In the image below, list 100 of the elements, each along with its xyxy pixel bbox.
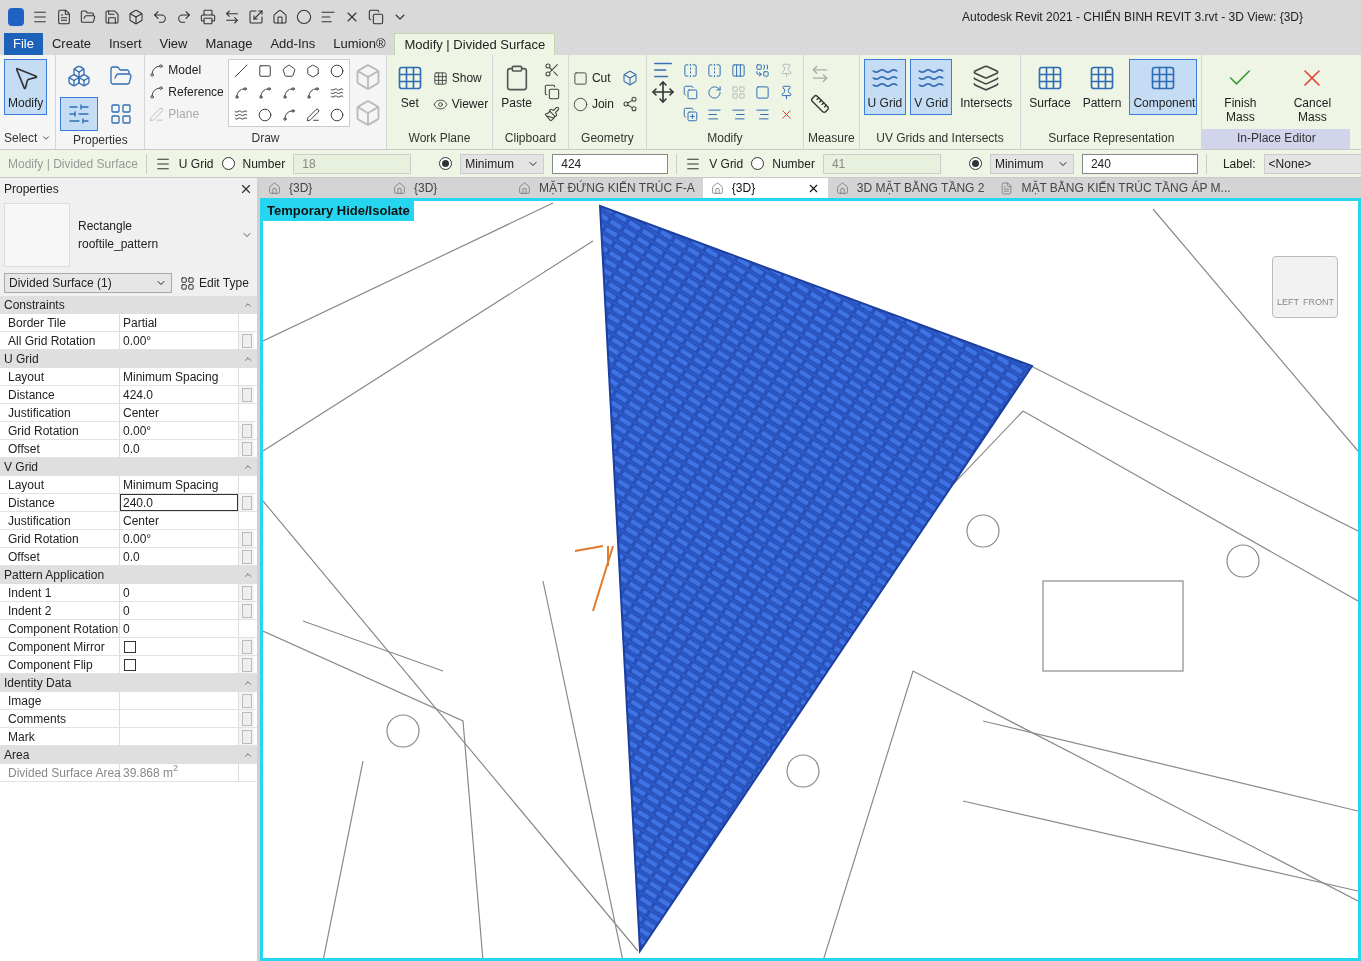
document-tab[interactable]: MẶT ĐỨNG KIẾN TRÚC F-A [510,178,703,198]
ribbon-button[interactable]: Intersects [956,59,1017,115]
property-value[interactable]: Center [120,512,238,529]
menu-tab[interactable]: Insert [100,33,151,55]
property-name: Image [0,692,120,709]
boxes-icon [67,64,92,88]
instance-selector[interactable]: Divided Surface (1) [4,273,172,293]
grid-surface-icon [1036,64,1064,92]
rectangle-icon[interactable] [257,64,272,78]
move-icon[interactable] [650,80,675,104]
ellipse-icon[interactable] [257,108,272,122]
property-value[interactable]: 0.00° [120,530,238,547]
property-value[interactable]: 0 [120,602,238,619]
axis-gizmo-icon[interactable] [574,545,614,612]
property-name: Offset [0,440,120,457]
radio-button[interactable] [751,157,765,170]
ribbon-button[interactable]: V Grid [910,59,953,115]
cube-icon[interactable] [621,70,638,86]
property-name: Border Tile [0,314,120,331]
ribbon-button[interactable]: Cancel Mass [1278,59,1347,129]
property-value[interactable]: 240.0 [120,494,238,511]
spacing-dropdown[interactable]: Minimum [460,153,545,174]
menu-tab[interactable]: Add-Ins [261,33,325,55]
grid-label: U Grid [178,155,214,173]
ribbon-button[interactable]: Finish Mass [1206,59,1275,129]
property-value[interactable]: 0.00° [120,332,238,349]
document-tab[interactable]: 3D MẶT BẰNG TẦNG 2 [827,178,993,198]
menu-tab[interactable]: View [150,33,197,55]
menu-tab[interactable]: Manage [196,33,262,55]
ribbon-button[interactable]: Reference [149,81,224,103]
document-tab[interactable]: MẶT BẰNG KIẾN TRÚC TẦNG ÁP M... [992,178,1239,198]
wave-icon[interactable] [329,86,344,100]
pin-icon[interactable] [779,84,795,100]
grid-icon [180,275,195,291]
property-value[interactable]: 0 [120,584,238,601]
ribbon-button[interactable]: Component [1129,59,1198,115]
label-dropdown[interactable]: <None> [1263,153,1361,174]
property-name: Layout [0,368,120,385]
cut-icon[interactable] [543,62,560,78]
property-value[interactable]: 0 [120,620,238,637]
revit-logo-icon[interactable] [8,7,24,26]
menu-tab[interactable]: Create [42,33,100,55]
property-value[interactable]: Center [120,404,238,421]
copy-icon[interactable] [683,106,699,122]
ribbon-button[interactable]: Viewer [432,93,489,115]
property-value[interactable]: Minimum Spacing [120,476,238,493]
ribbon-button[interactable]: Cut [572,67,614,89]
mirror-icon[interactable] [707,62,723,78]
radio-button[interactable] [968,157,982,170]
arc-icon[interactable] [281,86,296,100]
properties-tool-button[interactable] [60,97,99,131]
document-tab[interactable]: {3D} [702,178,828,198]
ribbon-button[interactable]: Show [432,67,489,89]
menu-tab[interactable]: Modify | Divided Surface [394,33,556,55]
property-value[interactable]: 424.0 [120,386,238,403]
radio-button[interactable] [439,157,453,170]
ribbon-button[interactable]: Modify [4,59,48,115]
checkbox[interactable] [124,640,136,653]
rotate-icon[interactable] [707,84,723,100]
arc-icon[interactable] [257,86,272,100]
distance-field[interactable]: 240 [1081,153,1198,174]
divided-roof-surface[interactable] [598,204,1034,955]
ribbon-button[interactable]: Pattern [1078,59,1126,115]
distance-field[interactable]: 424 [552,153,669,174]
spacing-dropdown[interactable]: Minimum [989,153,1074,174]
ribbon-button[interactable]: Model [149,59,224,81]
grid-surface-icon [1088,64,1116,92]
property-value[interactable]: Minimum Spacing [120,368,238,385]
ribbon-button[interactable]: Join [572,93,614,115]
arc-icon[interactable] [305,86,320,100]
radio-button[interactable] [221,157,235,170]
paintbrush-icon[interactable] [543,106,560,122]
menu-tab[interactable]: Lumion® [324,33,395,55]
document-tab[interactable]: {3D} [385,178,510,198]
ribbon-button[interactable]: Set [390,59,429,115]
property-value[interactable]: 39.868 m$^{2}$ [120,764,238,781]
ribbon-button[interactable]: Surface [1025,59,1075,115]
ribbon-button[interactable]: Paste [497,59,536,115]
checkbox[interactable] [124,658,136,671]
property-value[interactable]: 0.00° [120,422,238,439]
property-value[interactable]: Partial [120,314,238,331]
arc-icon[interactable] [281,108,296,122]
close-icon[interactable] [239,182,253,196]
circle-icon[interactable] [329,64,344,78]
pentagon-icon[interactable] [281,64,296,78]
copy-icon[interactable] [543,84,560,100]
folder-icon [109,64,134,88]
document-tab[interactable]: {3D} [260,178,385,198]
edit-type-button[interactable]: Edit Type [176,274,253,292]
eye-icon [432,96,448,112]
property-name: Justification [0,404,120,421]
pen-icon [149,106,165,122]
polygon-icon[interactable] [305,64,320,78]
mirror-icon[interactable] [683,62,699,78]
panel-title: Draw [250,130,281,147]
ribbon-button[interactable]: U Grid [863,59,907,115]
menu-tab[interactable]: File [4,33,43,55]
property-value[interactable]: 0.0 [120,440,238,457]
property-value[interactable]: 0.0 [120,548,238,565]
property-name: Justification [0,512,120,529]
